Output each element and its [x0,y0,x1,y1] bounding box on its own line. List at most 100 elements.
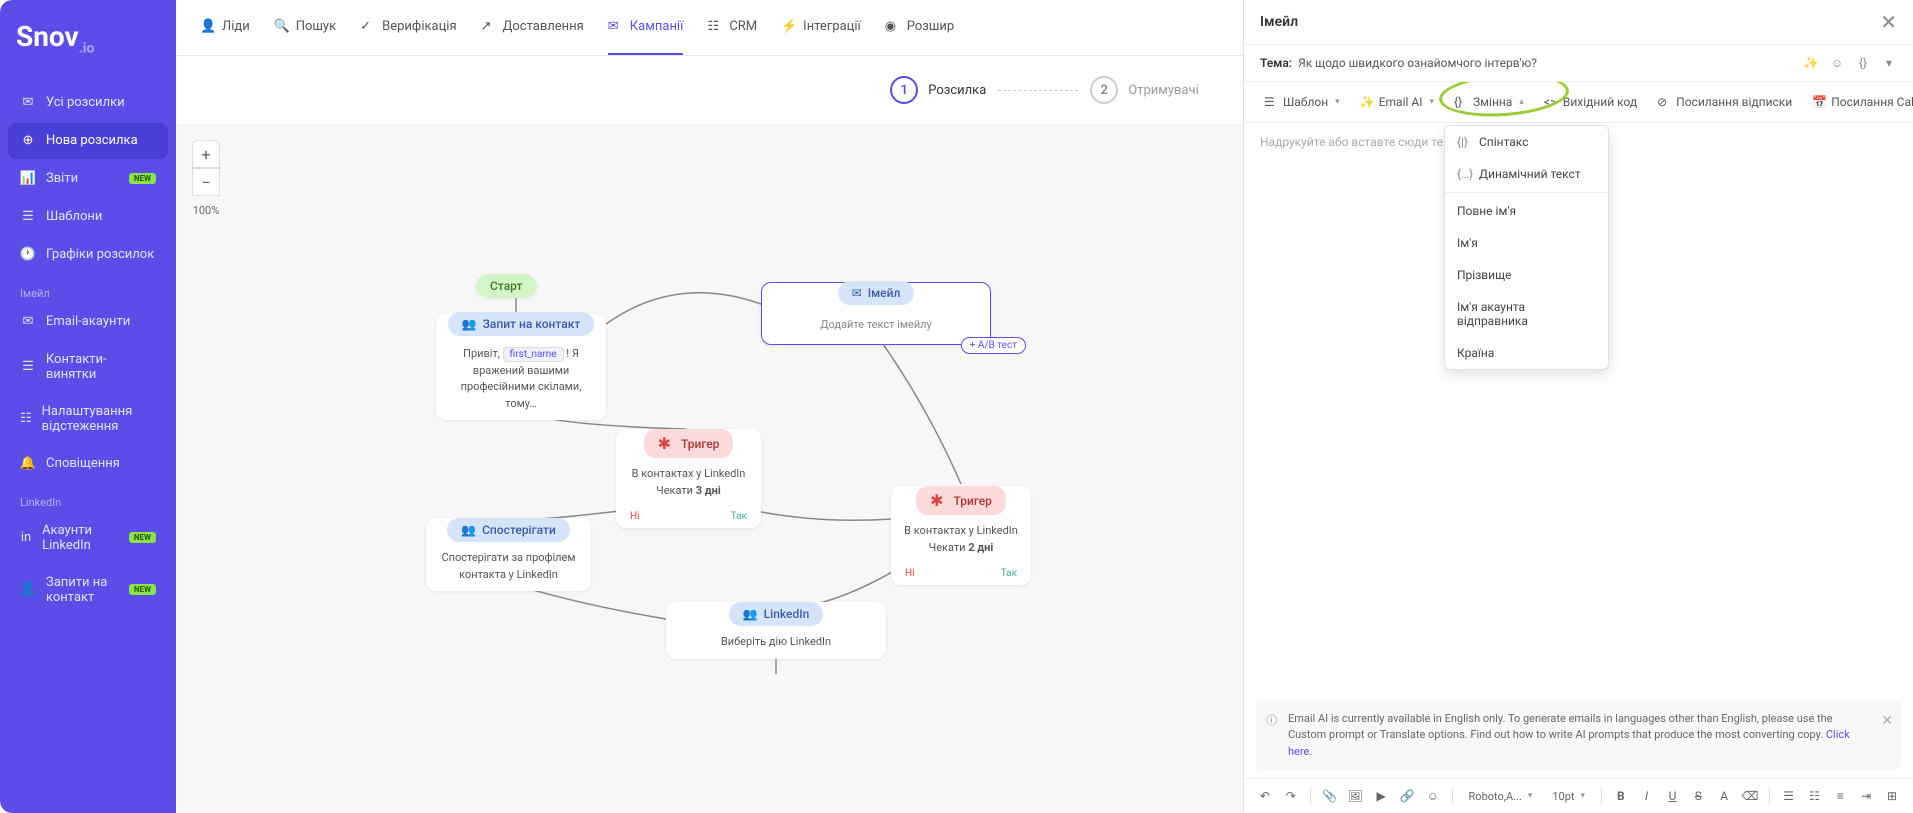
indent-button[interactable]: ⇥ [1857,785,1875,807]
puzzle-icon: ◉ [885,19,901,35]
dropdown-country[interactable]: Країна [1445,337,1608,369]
people-icon: 👥 [743,607,758,621]
template-button[interactable]: ☰Шаблон▾ [1256,90,1348,114]
calendar-icon: 📅 [1812,95,1826,109]
mail-icon: ✉ [20,314,36,330]
image-button[interactable]: 🖼 [1346,785,1364,807]
nav-extensions[interactable]: ◉Розшир [885,14,954,55]
sidebar-item-linkedin-accounts[interactable]: inАкаунти LinkedInNEW [8,513,168,563]
sidebar-item-email-accounts[interactable]: ✉Email-акаунти [8,304,168,340]
list-icon: ☰ [20,359,36,375]
color-button[interactable]: A [1715,785,1733,807]
sidebar-group-email: Імейл [8,279,168,304]
new-badge: NEW [129,173,156,184]
italic-button[interactable]: I [1638,785,1656,807]
table-button[interactable]: ⊞ [1883,785,1901,807]
nav-campaigns[interactable]: ✉Кампанії [608,14,684,55]
bullet-list-button[interactable]: ☰ [1780,785,1798,807]
dropdown-sender-account[interactable]: Ім'я акаунта відправника [1445,291,1608,337]
ab-test-badge[interactable]: + A/B тест [961,337,1026,354]
sidebar-group-linkedin: LinkedIn [8,488,168,513]
sidebar-item-templates[interactable]: ☰Шаблони [8,199,168,235]
underline-button[interactable]: U [1664,785,1682,807]
email-ai-button[interactable]: ✨Email AI▾ [1352,90,1442,114]
editor-toolbar-top: ☰Шаблон▾ ✨Email AI▾ {}Змінна▴ <>Вихідний… [1244,82,1913,123]
template-icon: ☰ [1264,95,1278,109]
attach-button[interactable]: 📎 [1321,785,1339,807]
star-icon: ✱ [658,434,671,453]
person-icon: 👤 [200,19,216,35]
node-watch[interactable]: 👥Спостерігати Спостерігати за профілем к… [426,518,591,591]
undo-button[interactable]: ↶ [1256,785,1274,807]
calendly-link-button[interactable]: 📅Посилання Calendly [1804,90,1913,114]
strike-button[interactable]: S [1689,785,1707,807]
subject-value[interactable]: Як щодо швидкого ознайомчого інтерв'ю? [1298,56,1537,70]
nav-crm[interactable]: ☷CRM [707,14,757,55]
plus-circle-icon: ⊕ [20,133,36,149]
sidebar-item-exclusions[interactable]: ☰Контакти-винятки [8,342,168,392]
font-select[interactable]: Roboto,A...▾ [1463,788,1539,805]
emoji-button[interactable]: ☺ [1424,785,1442,807]
node-trigger-2[interactable]: ✱Тригер В контактах у LinkedInЧекати 2 д… [891,486,1031,585]
node-start[interactable]: Старт [476,274,537,298]
braces-icon: {|} [1457,135,1471,149]
clear-format-button[interactable]: ⌫ [1741,785,1759,807]
node-contact-request[interactable]: 👥Запит на контакт Привіт, first_name ! Я… [436,314,606,420]
chevron-down-icon[interactable]: ▾ [1881,55,1897,71]
dropdown-spintax[interactable]: {|}Спінтакс [1445,126,1608,158]
step-2[interactable]: 2Отримувачі [1090,76,1199,104]
braces-icon[interactable]: {} [1855,55,1871,71]
sidebar-item-reports[interactable]: 📊ЗвітиNEW [8,161,168,197]
nav-integrations[interactable]: ⚡Інтеграції [781,14,861,55]
dropdown-lastname[interactable]: Прізвище [1445,259,1608,291]
sidebar-item-schedules[interactable]: 🕐Графіки розсилок [8,237,168,273]
star-icon: ✱ [930,491,943,510]
nav-leads[interactable]: 👤Ліди [200,14,250,55]
size-select[interactable]: 10pt▾ [1546,788,1591,805]
braces-icon: {} [1454,95,1468,109]
close-button[interactable]: ✕ [1880,10,1897,34]
source-code-button[interactable]: <>Вихідний код [1536,90,1645,114]
sidebar-item-contact-requests[interactable]: 👤Запити на контактNEW [8,565,168,615]
nav-delivery[interactable]: ↗Доставлення [481,14,584,55]
clock-icon: 🕐 [20,247,36,263]
panel-title: Імейл [1260,14,1298,30]
align-button[interactable]: ≡ [1831,785,1849,807]
video-button[interactable]: ▶ [1372,785,1390,807]
person-add-icon: 👤 [20,582,36,598]
linkedin-icon: in [20,530,32,546]
node-linkedin[interactable]: 👥LinkedIn Виберіть дію LinkedIn [666,602,886,659]
editor-body[interactable]: Надрукуйте або вставте сюди текст {|}Спі… [1244,123,1913,693]
sidebar-item-new-campaign[interactable]: ⊕Нова розсилка [8,123,168,159]
magic-icon[interactable]: ✨ [1803,55,1819,71]
step-connector [998,90,1078,91]
chart-icon: 📊 [20,171,36,187]
dropdown-dynamic-text[interactable]: {…}Динамічний текст [1445,158,1608,190]
sidebar-item-tracking[interactable]: ☷Налаштування відстеження [8,394,168,444]
variable-button[interactable]: {}Змінна▴ [1446,90,1532,114]
sidebar: Snov.io ✉Усі розсилки ⊕Нова розсилка 📊Зв… [0,0,176,813]
zoom-out-button[interactable]: − [192,168,220,196]
step-1[interactable]: 1Розсилка [890,76,986,104]
sidebar-item-all-campaigns[interactable]: ✉Усі розсилки [8,85,168,121]
link-button[interactable]: 🔗 [1398,785,1416,807]
redo-button[interactable]: ↷ [1282,785,1300,807]
variable-dropdown: {|}Спінтакс {…}Динамічний текст Повне ім… [1444,125,1609,370]
dropdown-fullname[interactable]: Повне ім'я [1445,195,1608,227]
number-list-button[interactable]: ☷ [1806,785,1824,807]
notice-close-button[interactable]: ✕ [1881,711,1893,732]
nav-verify[interactable]: ✓Верифікація [360,14,457,55]
zoom-in-button[interactable]: + [192,140,220,168]
emoji-icon[interactable]: ☺ [1829,55,1845,71]
mail-icon: ✉ [852,286,862,300]
plug-icon: ⚡ [781,19,797,35]
nav-search[interactable]: 🔍Пошук [274,14,336,55]
main-area: 👤Ліди 🔍Пошук ✓Верифікація ↗Доставлення ✉… [176,0,1913,813]
new-badge: NEW [129,584,156,595]
node-email[interactable]: ✉Імейл Додайте текст імейлу + A/B тест [761,282,991,345]
sidebar-item-notifications[interactable]: 🔔Сповіщення [8,446,168,482]
unsubscribe-link-button[interactable]: ⊘Посилання відписки [1649,90,1800,114]
node-trigger-1[interactable]: ✱Тригер В контактах у LinkedInЧекати 3 д… [616,429,761,528]
dropdown-firstname[interactable]: Ім'я [1445,227,1608,259]
bold-button[interactable]: B [1612,785,1630,807]
